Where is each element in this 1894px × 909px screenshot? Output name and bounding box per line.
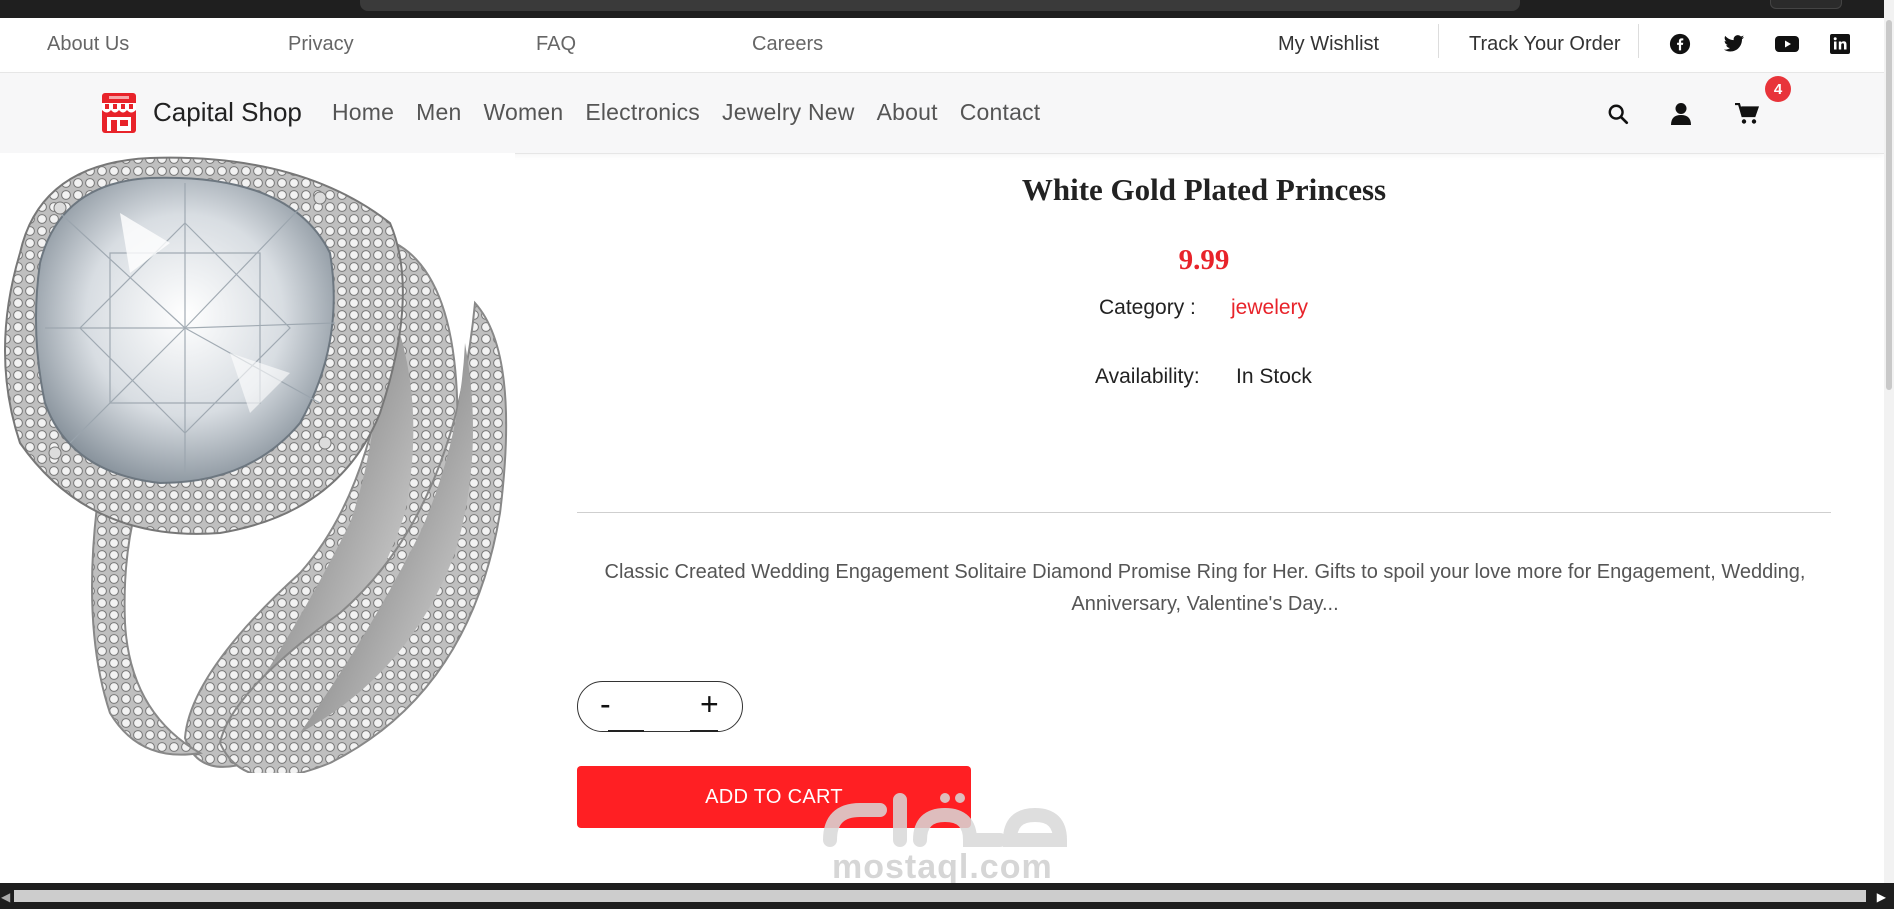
scroll-left-icon[interactable]: ◀ xyxy=(1,890,10,904)
my-wishlist-link[interactable]: My Wishlist xyxy=(1278,33,1379,56)
cart-count-badge: 4 xyxy=(1765,76,1791,102)
search-icon[interactable] xyxy=(1604,100,1632,128)
watermark-text: mostaql.com xyxy=(832,848,1053,886)
availability-label: Availability: xyxy=(1095,365,1200,388)
nav-item-about[interactable]: About xyxy=(877,99,938,126)
brand-name[interactable]: Capital Shop xyxy=(153,97,302,128)
cart-icon[interactable] xyxy=(1733,100,1761,128)
horizontal-scrollbar[interactable]: ◀ ▶ xyxy=(0,883,1894,909)
scrollbar-thumb[interactable] xyxy=(1886,20,1892,390)
add-to-cart-button[interactable]: ADD TO CART xyxy=(577,766,971,828)
nav-item-home[interactable]: Home xyxy=(332,99,394,126)
top-links-bar: About Us Privacy FAQ Careers My Wishlist… xyxy=(0,18,1884,72)
faq-link[interactable]: FAQ xyxy=(536,33,576,56)
careers-link[interactable]: Careers xyxy=(752,33,823,56)
quantity-increase-button[interactable]: + xyxy=(700,686,719,723)
browser-tab-strip xyxy=(360,0,1520,11)
nav-item-men[interactable]: Men xyxy=(416,99,461,126)
scroll-right-icon[interactable]: ▶ xyxy=(1877,890,1886,904)
minus-underline xyxy=(608,730,644,732)
quantity-decrease-button[interactable]: - xyxy=(600,686,611,723)
privacy-link[interactable]: Privacy xyxy=(288,33,354,56)
facebook-icon[interactable] xyxy=(1668,32,1692,56)
availability-value: In Stock xyxy=(1236,365,1312,388)
nav-item-jewelry[interactable]: Jewelry New xyxy=(722,99,855,126)
user-icon[interactable] xyxy=(1667,100,1695,128)
shop-logo-icon[interactable] xyxy=(99,91,139,135)
plus-underline xyxy=(690,730,718,732)
product-title: White Gold Plated Princess xyxy=(1021,172,1387,207)
product-description: Classic Created Wedding Engagement Solit… xyxy=(604,561,1806,615)
nav-item-women[interactable]: Women xyxy=(484,99,564,126)
category-label: Category : xyxy=(1099,296,1196,319)
divider xyxy=(1438,24,1439,58)
youtube-icon[interactable] xyxy=(1775,32,1799,56)
product-price: 9.99 xyxy=(1178,244,1230,276)
browser-top-bar xyxy=(0,0,1894,18)
twitter-icon[interactable] xyxy=(1722,32,1746,56)
linkedin-icon[interactable] xyxy=(1828,32,1852,56)
divider xyxy=(1638,24,1639,58)
about-us-link[interactable]: About Us xyxy=(47,33,129,56)
quantity-stepper: - + xyxy=(577,681,743,732)
main-menu: Home Men Women Electronics Jewelry New A… xyxy=(332,99,1062,126)
browser-control xyxy=(1770,0,1842,9)
nav-item-contact[interactable]: Contact xyxy=(960,99,1041,126)
scrollbar-thumb[interactable] xyxy=(14,890,1866,902)
track-order-link[interactable]: Track Your Order xyxy=(1469,33,1621,56)
vertical-scrollbar[interactable] xyxy=(1884,0,1894,909)
category-link[interactable]: jewelery xyxy=(1231,296,1308,320)
quantity-input[interactable] xyxy=(634,690,694,724)
divider xyxy=(577,512,1831,513)
main-navbar: Capital Shop Home Men Women Electronics … xyxy=(0,72,1884,154)
nav-item-electronics[interactable]: Electronics xyxy=(585,99,700,126)
product-image xyxy=(0,153,515,773)
